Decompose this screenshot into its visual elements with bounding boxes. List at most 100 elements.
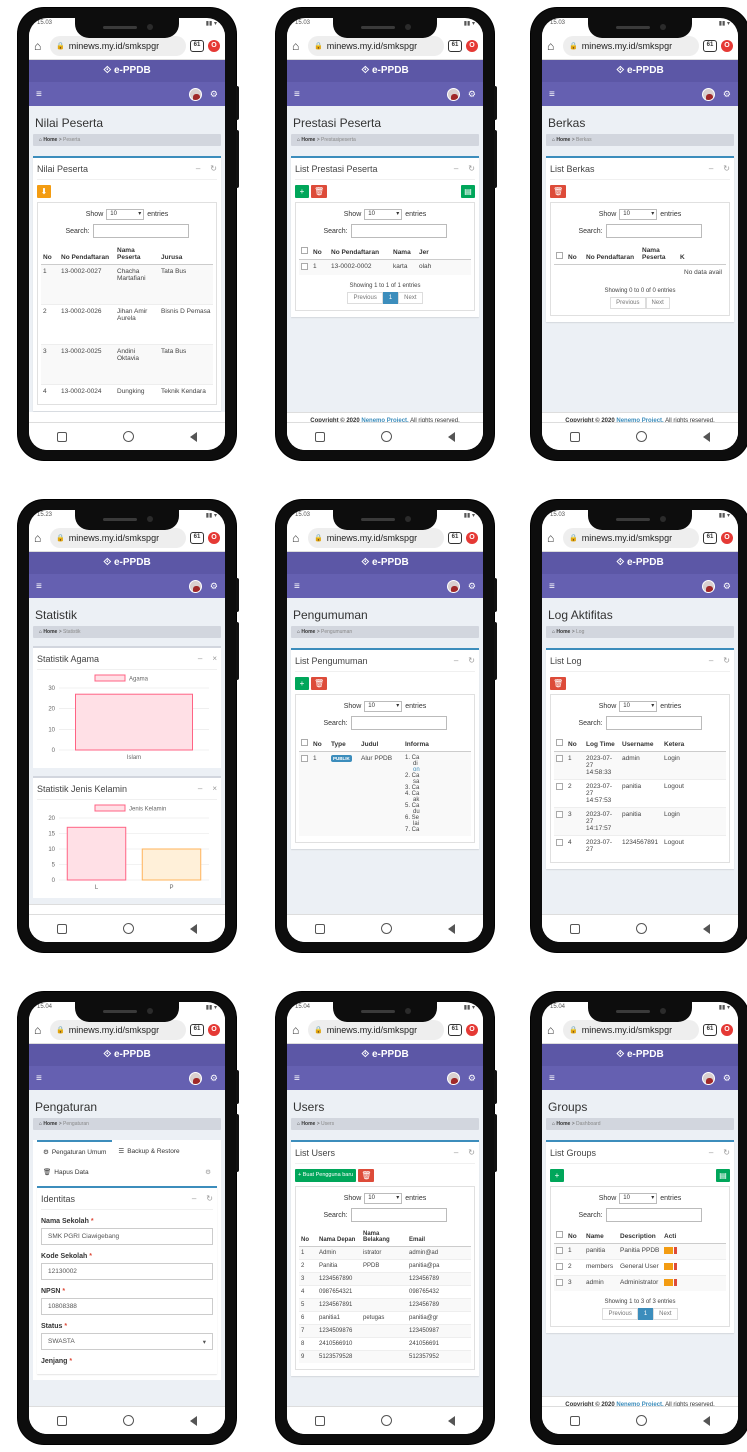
collapse-icon[interactable]: – (454, 164, 458, 173)
address-field[interactable]: 🔒 minews.my.id/smkspgr (308, 527, 444, 548)
collapse-icon[interactable]: – (454, 656, 458, 665)
recents-icon[interactable] (315, 431, 325, 442)
recents-icon[interactable] (570, 923, 580, 934)
refresh-icon[interactable]: ↻ (468, 1148, 475, 1157)
collapse-icon[interactable]: – (198, 654, 202, 663)
refresh-icon[interactable]: ↻ (206, 1194, 213, 1203)
home-icon[interactable]: ⌂ (34, 1023, 46, 1037)
app-brand[interactable]: ⟐ e-PPDB (542, 552, 738, 574)
column-header[interactable]: Nama (391, 244, 417, 260)
delete-button[interactable]: 🗑 (550, 185, 567, 198)
previous-button[interactable]: Previous (602, 1308, 638, 1320)
delete-row-button[interactable] (674, 1263, 677, 1270)
browser-menu-icon[interactable]: O (721, 39, 733, 52)
app-brand[interactable]: ⟐ e-PPDB (29, 60, 225, 82)
back-icon[interactable] (703, 1415, 710, 1426)
row-checkbox[interactable] (301, 755, 308, 762)
app-brand[interactable]: ⟐ e-PPDB (542, 1044, 738, 1066)
next-button[interactable]: Next (398, 292, 423, 304)
address-field[interactable]: 🔒 minews.my.id/smkspgr (50, 527, 186, 548)
search-input[interactable] (605, 1208, 702, 1222)
recents-icon[interactable] (570, 431, 580, 442)
column-header[interactable]: Description (618, 1228, 662, 1244)
search-input[interactable] (350, 1208, 447, 1222)
address-field[interactable]: 🔒 minews.my.id/smkspgr (563, 527, 699, 548)
breadcrumb-home[interactable]: ⌂ Home (297, 629, 315, 635)
home-icon[interactable]: ⌂ (292, 39, 304, 53)
column-header[interactable]: Ketera (662, 736, 726, 752)
hamburger-icon[interactable]: ≡ (294, 89, 447, 100)
tab-count-button[interactable]: 61 (190, 39, 204, 52)
tab-count-button[interactable]: 61 (703, 39, 717, 52)
avatar[interactable] (446, 87, 460, 101)
column-header[interactable]: Nama Peserta (640, 244, 678, 265)
app-brand[interactable]: ⟐ e-PPDB (287, 60, 483, 82)
nama-sekolah-input[interactable]: SMK PGRI Ciawigebang (41, 1228, 213, 1245)
refresh-icon[interactable]: ↻ (723, 1148, 730, 1157)
next-button[interactable]: Next (645, 297, 670, 309)
home-circle-icon[interactable] (636, 1415, 647, 1426)
row-checkbox[interactable] (556, 1263, 563, 1270)
select-all-checkbox[interactable] (556, 252, 563, 259)
gears-icon[interactable]: ⚙ (723, 89, 731, 100)
gears-icon[interactable]: ⚙ (723, 1073, 731, 1084)
browser-menu-icon[interactable]: O (721, 1023, 733, 1036)
browser-menu-icon[interactable]: O (208, 39, 220, 52)
search-input[interactable] (350, 716, 447, 730)
column-header[interactable]: No (311, 244, 329, 260)
entries-select[interactable]: 10 (364, 1193, 403, 1204)
add-user-button[interactable]: + Buat Pengguna baru (295, 1169, 357, 1182)
column-header[interactable]: No Pendaftaran (584, 244, 640, 265)
column-header[interactable]: Acti (662, 1228, 726, 1244)
back-icon[interactable] (190, 1415, 197, 1426)
tab-count-button[interactable]: 61 (190, 531, 204, 544)
table-row[interactable]: 4 0987654321 098765432 (299, 1285, 471, 1299)
address-field[interactable]: 🔒 minews.my.id/smkspgr (50, 35, 186, 56)
column-header[interactable]: No (566, 736, 584, 752)
table-row[interactable]: 2 Panitia PPDB panitia@pa (299, 1259, 471, 1273)
collapse-icon[interactable]: – (192, 1194, 196, 1203)
address-field[interactable]: 🔒 minews.my.id/smkspgr (563, 35, 699, 56)
settings-cog-icon[interactable]: ⚙ (205, 1168, 211, 1176)
delete-button[interactable]: 🗑 (550, 677, 567, 690)
gears-icon[interactable]: ⚙ (210, 581, 218, 592)
column-header[interactable]: Username (620, 736, 662, 752)
entries-select[interactable]: 10 (106, 209, 145, 220)
edit-button[interactable] (664, 1279, 673, 1286)
export-excel-button[interactable]: ▤ (716, 1169, 730, 1182)
address-field[interactable]: 🔒 minews.my.id/smkspgr (308, 35, 444, 56)
breadcrumb-home[interactable]: ⌂ Home (552, 137, 570, 143)
select-all-checkbox[interactable] (301, 247, 308, 254)
refresh-icon[interactable]: ↻ (468, 656, 475, 665)
row-checkbox[interactable] (556, 1247, 563, 1254)
app-brand[interactable]: ⟐ e-PPDB (287, 1044, 483, 1066)
status-select[interactable]: SWASTA ▾ (41, 1333, 213, 1350)
tab-pengaturan-umum[interactable]: ⚙ Pengaturan Umum (37, 1140, 113, 1162)
delete-button[interactable]: 🗑 (311, 677, 328, 690)
gears-icon[interactable]: ⚙ (723, 581, 731, 592)
hamburger-icon[interactable]: ≡ (36, 1073, 189, 1084)
select-all-checkbox[interactable] (301, 739, 308, 746)
app-brand[interactable]: ⟐ e-PPDB (542, 60, 738, 82)
avatar[interactable] (701, 579, 715, 593)
table-row[interactable]: 3 admin Administrator (554, 1275, 726, 1291)
tab-hapus-data[interactable]: 🗑 Hapus Data ⚙ (37, 1162, 217, 1182)
add-button[interactable]: + (295, 677, 309, 690)
collapse-icon[interactable]: – (709, 656, 713, 665)
delete-button[interactable]: 🗑 (358, 1169, 375, 1182)
table-row[interactable]: 3 13-0002-0025 Andini Oktavia Tata Bus (41, 344, 213, 385)
hamburger-icon[interactable]: ≡ (294, 1073, 447, 1084)
recents-icon[interactable] (315, 923, 325, 934)
browser-menu-icon[interactable]: O (721, 531, 733, 544)
gears-icon[interactable]: ⚙ (210, 1073, 218, 1084)
gears-icon[interactable]: ⚙ (210, 89, 218, 100)
table-row[interactable]: 8 2410566910 241056691 (299, 1337, 471, 1351)
avatar[interactable] (701, 87, 715, 101)
avatar[interactable] (701, 1071, 715, 1085)
close-icon[interactable]: × (212, 784, 217, 793)
back-icon[interactable] (448, 923, 455, 934)
back-icon[interactable] (448, 1415, 455, 1426)
home-circle-icon[interactable] (381, 923, 392, 934)
table-row[interactable]: 2 members General User (554, 1259, 726, 1276)
previous-button[interactable]: Previous (610, 297, 646, 309)
